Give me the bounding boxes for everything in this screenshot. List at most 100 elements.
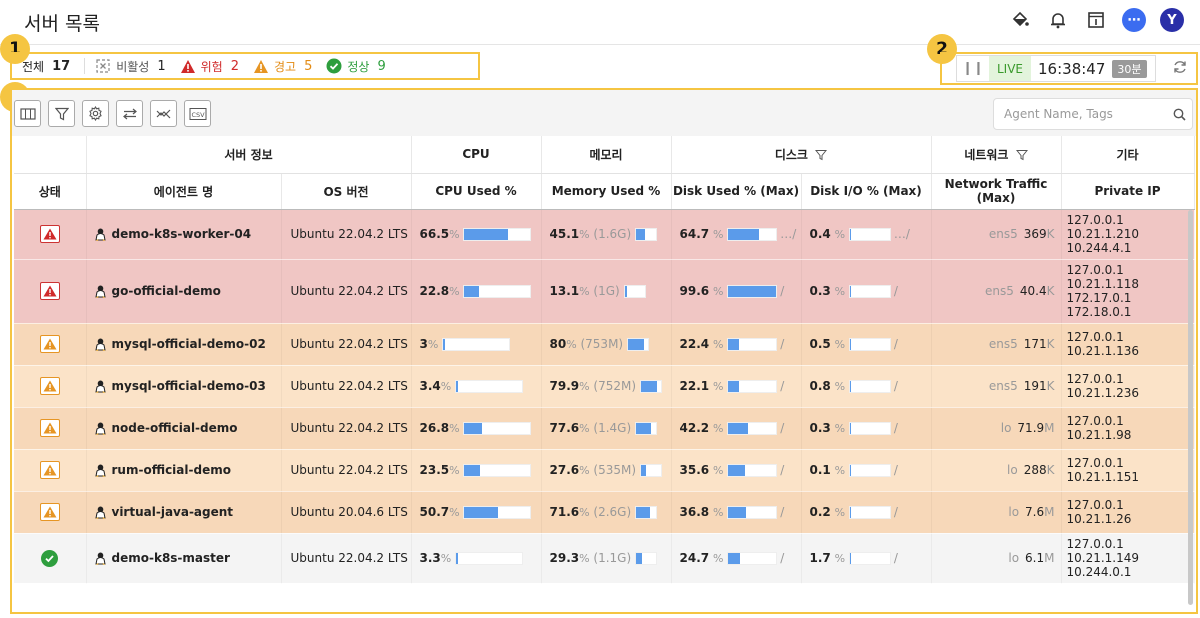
- table-row[interactable]: go-official-demo Ubuntu 22.04.2 LTS 22.8% …: [14, 259, 1195, 324]
- usage-bar: [848, 552, 891, 565]
- bell-icon[interactable]: [1046, 8, 1070, 32]
- gear-icon: [89, 106, 102, 121]
- group-network[interactable]: 네트워크: [931, 136, 1062, 174]
- table-row[interactable]: rum-official-demo Ubuntu 22.04.2 LTS 23.5%…: [14, 449, 1195, 492]
- usage-bar: [848, 422, 891, 435]
- agent-name[interactable]: virtual-java-agent: [112, 505, 234, 519]
- usage-bar: [727, 285, 778, 298]
- summary-warning[interactable]: 경고 5: [253, 58, 312, 75]
- agent-name-cell[interactable]: rum-official-demo: [86, 449, 282, 492]
- live-label[interactable]: LIVE: [989, 56, 1032, 81]
- agent-name-cell[interactable]: demo-k8s-worker-04: [86, 209, 282, 260]
- ip-address: 10.244.4.1: [1066, 241, 1132, 255]
- status-cell[interactable]: [14, 365, 87, 408]
- ip-address: 127.0.0.1: [1066, 330, 1124, 344]
- refresh-icon[interactable]: [1172, 59, 1188, 79]
- col-memory-used[interactable]: Memory Used %: [541, 173, 672, 210]
- group-disk[interactable]: 디스크: [671, 136, 932, 174]
- disk-io-cell: 0.3 % /: [801, 259, 932, 324]
- usage-bar: [442, 338, 511, 351]
- col-cpu-used[interactable]: CPU Used %: [411, 173, 542, 210]
- col-network-traffic[interactable]: Network Traffic (Max): [931, 173, 1062, 210]
- status-cell[interactable]: [14, 491, 87, 534]
- cpu-cell: 3%: [411, 323, 542, 366]
- col-private-ip[interactable]: Private IP: [1061, 173, 1195, 210]
- table-row[interactable]: mysql-official-demo-02 Ubuntu 22.04.2 LTS…: [14, 323, 1195, 366]
- usage-bar: [639, 464, 662, 477]
- paint-bucket-icon[interactable]: [1008, 8, 1032, 32]
- ip-address: 10.21.1.151: [1066, 470, 1140, 484]
- table-scrollbar[interactable]: [1188, 210, 1193, 605]
- summary-inactive[interactable]: 비활성 1: [95, 58, 166, 75]
- usage-bar: [727, 380, 778, 393]
- agent-name-cell[interactable]: virtual-java-agent: [86, 491, 282, 534]
- col-agent-name[interactable]: 에이전트 명: [86, 173, 282, 210]
- agent-name-cell[interactable]: node-official-demo: [86, 407, 282, 450]
- ip-cell: 127.0.0.1 10.21.1.118 172.17.0.1 172.18.0.1: [1061, 259, 1195, 324]
- agent-name-cell[interactable]: mysql-official-demo-02: [86, 323, 282, 366]
- filter-icon[interactable]: [1015, 149, 1028, 161]
- status-cell[interactable]: [14, 407, 87, 450]
- csv-icon: CSV: [189, 107, 206, 120]
- agent-name[interactable]: rum-official-demo: [112, 463, 231, 477]
- ip-address: 127.0.0.1: [1066, 213, 1124, 227]
- agent-name[interactable]: demo-k8s-worker-04: [112, 227, 252, 241]
- status-cell[interactable]: [14, 449, 87, 492]
- danger-icon: [180, 59, 195, 73]
- agent-search: [993, 98, 1193, 130]
- memory-cell: 29.3% (1.1G): [541, 533, 672, 584]
- filter-button[interactable]: [48, 100, 75, 127]
- agent-name-cell[interactable]: mysql-official-demo-03: [86, 365, 282, 408]
- ip-address: 172.18.0.1: [1066, 305, 1132, 319]
- pause-icon[interactable]: ❙❙: [957, 61, 989, 76]
- col-os[interactable]: OS 버전: [281, 173, 412, 210]
- trend-icon: [156, 109, 170, 118]
- linux-icon: [94, 338, 106, 351]
- agent-name[interactable]: mysql-official-demo-03: [112, 379, 266, 393]
- table-row[interactable]: demo-k8s-worker-04 Ubuntu 22.04.2 LTS 66.5…: [14, 209, 1195, 260]
- disk-cell: 24.7 % /: [671, 533, 802, 584]
- live-time-control: ❙❙ LIVE 16:38:47 30분: [940, 52, 1198, 85]
- info-icon[interactable]: [1084, 8, 1108, 32]
- summary-total[interactable]: 전체 17: [22, 58, 70, 75]
- swap-button[interactable]: [116, 100, 143, 127]
- agent-name-cell[interactable]: demo-k8s-master: [86, 533, 282, 584]
- linux-icon: [94, 552, 106, 565]
- status-cell[interactable]: [14, 533, 87, 584]
- chat-icon[interactable]: ⋯: [1122, 8, 1146, 32]
- status-cell[interactable]: [14, 259, 87, 324]
- settings-button[interactable]: [82, 100, 109, 127]
- filter-icon[interactable]: [815, 149, 828, 161]
- status-cell[interactable]: [14, 323, 87, 366]
- agent-name[interactable]: demo-k8s-master: [112, 551, 230, 565]
- col-disk-used[interactable]: Disk Used % (Max): [671, 173, 802, 210]
- table-row[interactable]: node-official-demo Ubuntu 22.04.2 LTS 26.8…: [14, 407, 1195, 450]
- time-range-badge[interactable]: 30분: [1112, 59, 1147, 78]
- table-row[interactable]: mysql-official-demo-03 Ubuntu 22.04.2 LTS…: [14, 365, 1195, 408]
- agent-name[interactable]: node-official-demo: [112, 421, 238, 435]
- usage-bar: [727, 464, 778, 477]
- csv-export-button[interactable]: CSV: [184, 100, 211, 127]
- table-row[interactable]: demo-k8s-master Ubuntu 22.04.2 LTS 3.3% 29…: [14, 533, 1195, 584]
- disk-io-cell: 0.8 % /: [801, 365, 932, 408]
- usage-bar: [727, 338, 778, 351]
- col-disk-io[interactable]: Disk I/O % (Max): [801, 173, 932, 210]
- search-input[interactable]: [994, 99, 1166, 129]
- page-title: 서버 목록: [24, 13, 100, 35]
- usage-bar: [848, 285, 891, 298]
- summary-danger[interactable]: 위험 2: [180, 58, 239, 75]
- summary-normal[interactable]: 정상 9: [326, 58, 386, 75]
- agent-name-cell[interactable]: go-official-demo: [86, 259, 282, 324]
- chart-compare-button[interactable]: [150, 100, 177, 127]
- agent-name[interactable]: mysql-official-demo-02: [112, 337, 266, 351]
- memory-cell: 27.6% (535M): [541, 449, 672, 492]
- search-icon[interactable]: [1166, 108, 1192, 121]
- avatar[interactable]: Y: [1160, 8, 1184, 32]
- status-cell[interactable]: [14, 209, 87, 260]
- danger-icon: [39, 282, 60, 300]
- col-status[interactable]: 상태: [14, 173, 87, 210]
- columns-button[interactable]: [14, 100, 41, 127]
- agent-name[interactable]: go-official-demo: [112, 284, 221, 298]
- usage-bar: [848, 464, 891, 477]
- table-row[interactable]: virtual-java-agent Ubuntu 20.04.6 LTS 50.7…: [14, 491, 1195, 534]
